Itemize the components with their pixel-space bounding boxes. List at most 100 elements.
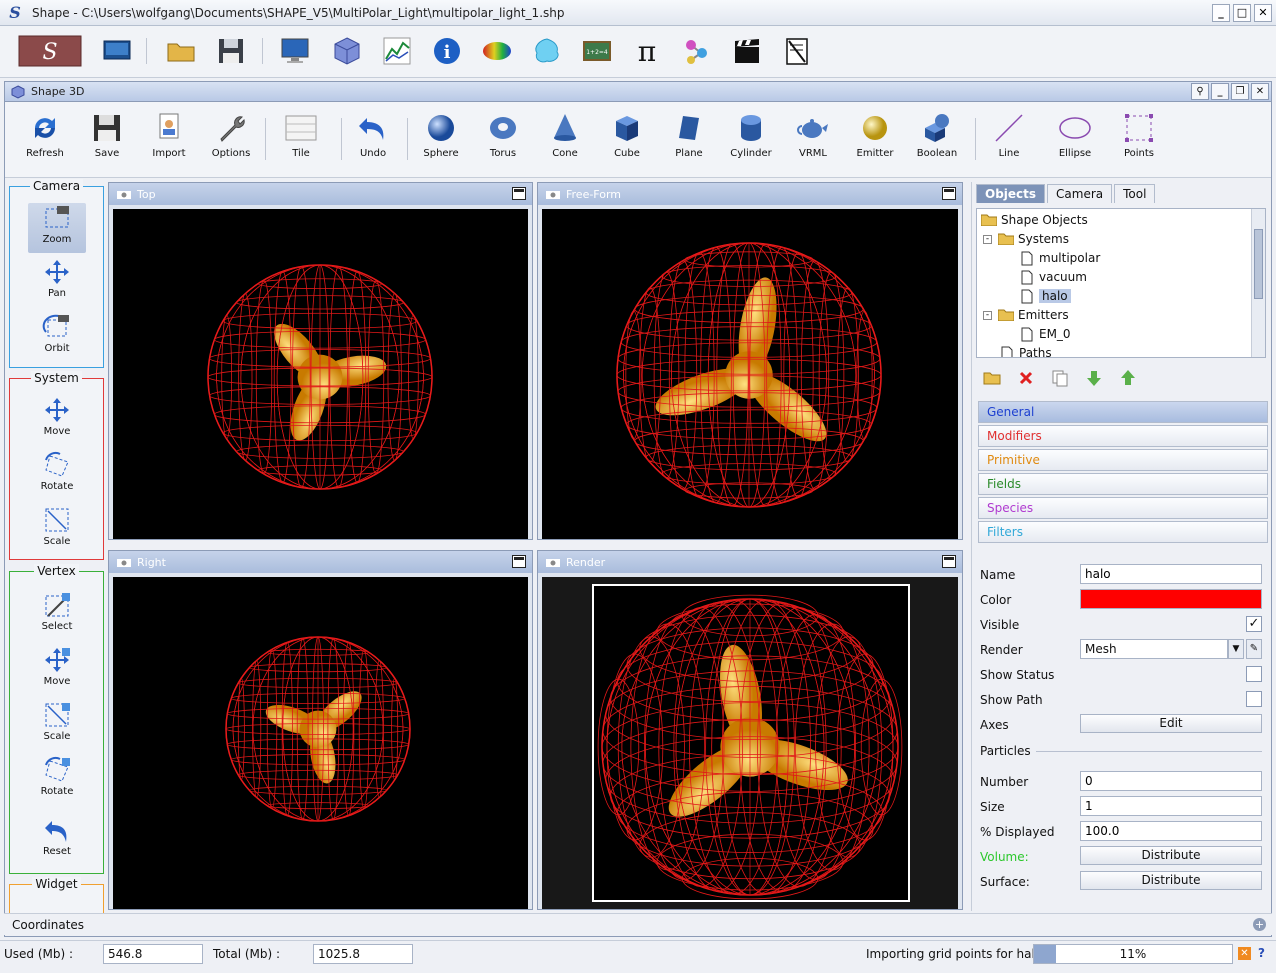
line-button[interactable]: Line — [979, 110, 1039, 172]
tab-objects[interactable]: Objects — [976, 184, 1046, 203]
emitter-button[interactable]: Emitter — [845, 110, 905, 172]
save-disk-icon[interactable] — [214, 34, 248, 68]
object-tree[interactable]: Shape Objects - Systems multipolar vacuu… — [976, 208, 1266, 358]
viewport-right[interactable]: Right — [108, 550, 533, 910]
viewport-canvas[interactable] — [542, 209, 958, 539]
render-select[interactable]: Mesh — [1080, 639, 1228, 659]
accordion-modifiers[interactable]: Modifiers — [978, 425, 1268, 447]
copy-button[interactable] — [1050, 368, 1070, 388]
plane-button[interactable]: Plane — [659, 110, 719, 172]
visible-checkbox[interactable]: ✓ — [1246, 616, 1262, 632]
import-button[interactable]: Import — [139, 110, 199, 172]
system-rotate-tool[interactable]: Rotate — [28, 450, 86, 500]
maximize-viewport-button[interactable] — [942, 187, 956, 200]
refresh-button[interactable]: Refresh — [15, 110, 75, 172]
maximize-viewport-button[interactable] — [512, 555, 526, 568]
close-button[interactable]: ✕ — [1254, 4, 1272, 22]
coordinates-bar[interactable]: Coordinates + — [4, 913, 1272, 935]
undo-button[interactable]: Undo — [343, 110, 403, 172]
expand-icon[interactable]: + — [1253, 918, 1266, 931]
vertex-rotate-tool[interactable]: Rotate — [28, 755, 86, 805]
cancel-icon[interactable]: ✕ — [1238, 947, 1251, 960]
tree-item-vacuum[interactable]: vacuum — [1021, 268, 1087, 286]
tab-camera[interactable]: Camera — [1047, 184, 1113, 203]
viewport-canvas[interactable] — [113, 577, 528, 909]
tile-button[interactable]: Tile — [271, 110, 331, 172]
torus-button[interactable]: Torus — [473, 110, 533, 172]
wrench-icon[interactable]: ✎ — [1246, 639, 1262, 659]
name-input[interactable] — [1080, 564, 1262, 584]
vertex-scale-tool[interactable]: Scale — [28, 700, 86, 750]
desktop-icon[interactable] — [100, 34, 134, 68]
show-status-checkbox[interactable] — [1246, 666, 1262, 682]
vertex-reset-tool[interactable]: Reset — [28, 815, 86, 865]
chevron-down-icon[interactable]: ▼ — [1228, 639, 1244, 659]
accordion-fields[interactable]: Fields — [978, 473, 1268, 495]
vertex-select-tool[interactable]: Select — [28, 590, 86, 640]
viewport-render[interactable]: Render — [537, 550, 963, 910]
cone-button[interactable]: Cone — [535, 110, 595, 172]
pi-icon[interactable]: π — [630, 34, 664, 68]
maximize-button[interactable]: □ — [1233, 4, 1251, 22]
info-icon[interactable]: i — [430, 34, 464, 68]
document-edit-icon[interactable] — [780, 34, 814, 68]
surface-distribute-button[interactable]: Distribute — [1080, 871, 1262, 890]
graph-icon[interactable] — [380, 34, 414, 68]
accordion-species[interactable]: Species — [978, 497, 1268, 519]
monitor-icon[interactable] — [278, 34, 312, 68]
save-button[interactable]: Save — [77, 110, 137, 172]
tree-item-multipolar[interactable]: multipolar — [1021, 249, 1100, 267]
number-input[interactable] — [1080, 771, 1262, 791]
delete-button[interactable] — [1016, 368, 1036, 388]
tree-item-systems[interactable]: - Systems — [983, 230, 1069, 248]
pin-button[interactable]: ⚲ — [1191, 83, 1209, 100]
viewport-free-form[interactable]: Free-Form — [537, 182, 963, 540]
system-move-tool[interactable]: Move — [28, 395, 86, 445]
accordion-general[interactable]: General — [978, 401, 1268, 423]
frame-minimize-button[interactable]: _ — [1211, 83, 1229, 100]
viewport-canvas[interactable] — [113, 209, 528, 539]
move-up-button[interactable] — [1118, 368, 1138, 388]
ellipse-button[interactable]: Ellipse — [1045, 110, 1105, 172]
tree-item-shape-objects[interactable]: Shape Objects — [981, 211, 1088, 229]
accordion-filters[interactable]: Filters — [978, 521, 1268, 543]
help-icon[interactable]: ? — [1258, 946, 1265, 960]
accordion-primitive[interactable]: Primitive — [978, 449, 1268, 471]
splash-logo-icon[interactable]: S — [18, 34, 82, 68]
splash-icon[interactable] — [530, 34, 564, 68]
clapper-icon[interactable] — [730, 34, 764, 68]
viewport-top[interactable]: Top — [108, 182, 533, 540]
tree-item-em0[interactable]: EM_0 — [1021, 325, 1071, 343]
open-folder-icon[interactable] — [164, 34, 198, 68]
color-swatch[interactable] — [1080, 589, 1262, 609]
vrml-button[interactable]: VRML — [783, 110, 843, 172]
tab-tool[interactable]: Tool — [1114, 184, 1156, 203]
options-button[interactable]: Options — [201, 110, 261, 172]
frame-close-button[interactable]: ✕ — [1251, 83, 1269, 100]
minimize-button[interactable]: _ — [1212, 4, 1230, 22]
molecule-icon[interactable] — [680, 34, 714, 68]
cube-button[interactable]: Cube — [597, 110, 657, 172]
points-button[interactable]: Points — [1109, 110, 1169, 172]
maximize-viewport-button[interactable] — [942, 555, 956, 568]
system-scale-tool[interactable]: Scale — [28, 505, 86, 555]
camera-zoom-tool[interactable]: Zoom — [28, 203, 86, 253]
tree-item-paths[interactable]: Paths — [1001, 344, 1052, 357]
vertex-move-tool[interactable]: Move — [28, 645, 86, 695]
3d-cube-icon[interactable] — [330, 34, 364, 68]
sphere-button[interactable]: Sphere — [411, 110, 471, 172]
show-path-checkbox[interactable] — [1246, 691, 1262, 707]
color-ellipse-icon[interactable] — [480, 34, 514, 68]
new-folder-button[interactable] — [982, 368, 1002, 388]
viewport-canvas[interactable] — [542, 577, 958, 909]
camera-orbit-tool[interactable]: Orbit — [28, 312, 86, 362]
displayed-input[interactable] — [1080, 821, 1262, 841]
boolean-button[interactable]: Boolean — [907, 110, 967, 172]
chalkboard-icon[interactable]: 1+2=4 — [580, 34, 614, 68]
volume-distribute-button[interactable]: Distribute — [1080, 846, 1262, 865]
camera-pan-tool[interactable]: Pan — [28, 257, 86, 307]
maximize-viewport-button[interactable] — [512, 187, 526, 200]
cylinder-button[interactable]: Cylinder — [721, 110, 781, 172]
move-down-button[interactable] — [1084, 368, 1104, 388]
tree-scrollbar[interactable] — [1251, 209, 1265, 357]
